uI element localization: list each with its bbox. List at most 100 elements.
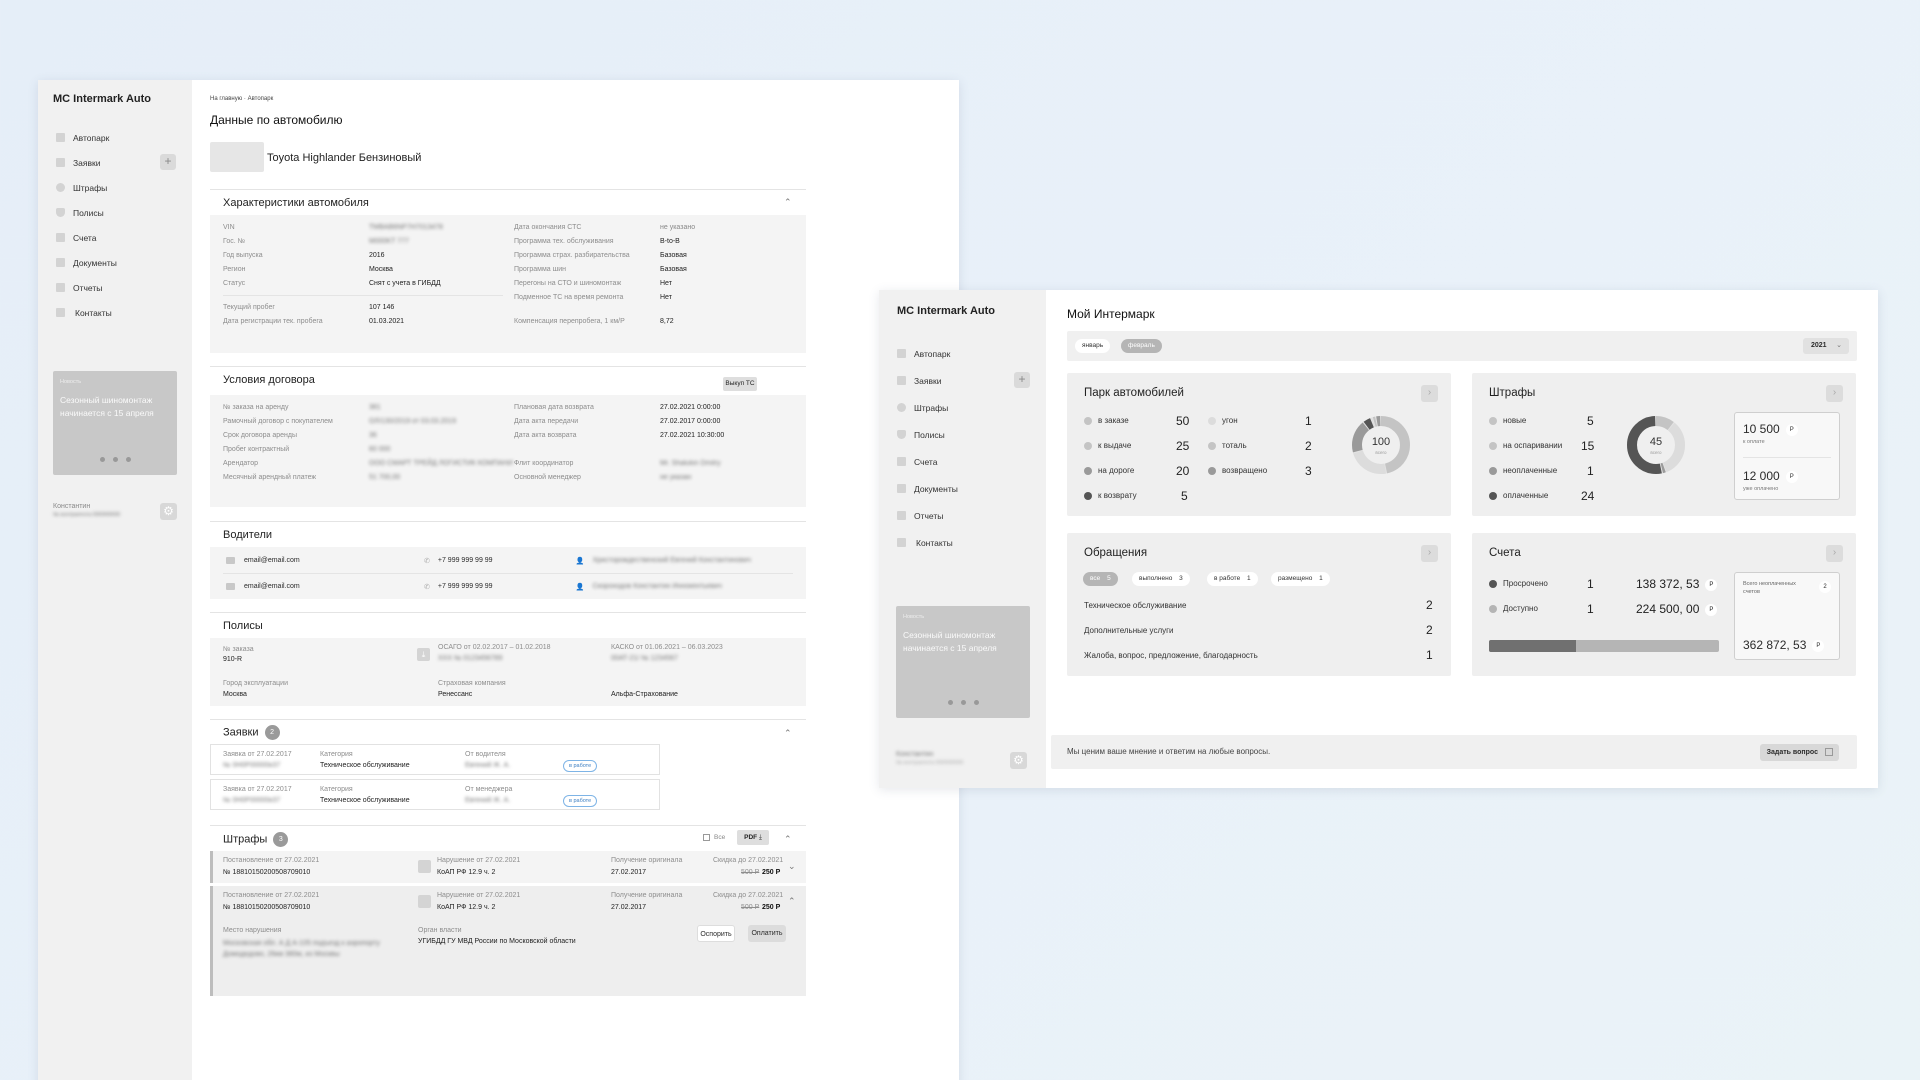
filter-chip-in-progress[interactable]: в работе 1 xyxy=(1207,572,1258,586)
appeal-row[interactable]: Жалоба, вопрос, предложение, благодарнос… xyxy=(1084,651,1258,660)
sidebar-item-reports[interactable]: Отчеты xyxy=(38,275,192,300)
legend-dot xyxy=(1208,441,1216,450)
legend-dot xyxy=(1489,466,1497,475)
pay-button[interactable]: Оплатить xyxy=(748,925,786,942)
pdf-download-button[interactable]: PDF ⤓ xyxy=(737,830,769,845)
fine-row-expanded[interactable]: Постановление от 27.02.2021 № 1881015020… xyxy=(210,886,806,996)
fine-row[interactable]: Постановление от 27.02.2021 № 1881015020… xyxy=(210,851,806,883)
user-info: Константин № контрагента 000000000 xyxy=(53,503,120,518)
sidebar-item-fines[interactable]: Штрафы xyxy=(879,394,1046,421)
sidebar-item-fleet[interactable]: Автопарк xyxy=(38,125,192,150)
legend-dot xyxy=(1208,416,1216,425)
sidebar-item-bills[interactable]: Счета xyxy=(38,225,192,250)
user-name: Константин xyxy=(896,751,934,758)
collapse-chevron-icon[interactable]: ⌃ xyxy=(784,197,792,208)
appeal-row[interactable]: Дополнительные услуги xyxy=(1084,626,1174,635)
page-title: Данные по автомобилю xyxy=(210,113,343,127)
appeals-panel: Обращения › все 5 выполнено 3 в работе 1… xyxy=(1067,533,1451,676)
sidebar-item-documents[interactable]: Документы xyxy=(38,250,192,275)
phone-icon: ✆ xyxy=(424,583,430,591)
carousel-dots[interactable] xyxy=(53,449,177,467)
unpaid-label: Всего неоплаченных счетов xyxy=(1743,581,1796,595)
contacts-icon xyxy=(897,538,906,547)
fines-open-button[interactable]: › xyxy=(1826,385,1843,402)
status-badge: в работе xyxy=(563,760,598,772)
appeal-row[interactable]: Техническое обслуживание xyxy=(1084,601,1186,610)
select-all-checkbox[interactable]: Все xyxy=(703,834,725,841)
promo-tag: Новость xyxy=(903,614,925,620)
filter-chip-done[interactable]: выполнено 3 xyxy=(1132,572,1190,586)
sidebar-item-fines[interactable]: Штрафы xyxy=(38,175,192,200)
sidebar-item-requests[interactable]: Заявки + xyxy=(38,150,192,175)
promo-text: Сезонный шиномонтаж начинается с 15 апре… xyxy=(903,630,997,653)
sidebar: MC Intermark Auto Автопарк Заявки + Штраф… xyxy=(38,80,192,1080)
sidebar-item-contacts[interactable]: Контакты xyxy=(879,529,1046,556)
appeals-open-button[interactable]: › xyxy=(1421,545,1438,562)
settings-gear-icon[interactable]: ⚙ xyxy=(160,503,177,520)
checkbox-icon[interactable] xyxy=(703,834,710,841)
bill-icon xyxy=(56,233,65,242)
status-badge: в работе xyxy=(563,795,598,807)
policies-title: Полисы xyxy=(223,620,263,632)
appeals-title: Обращения xyxy=(1084,547,1148,559)
sidebar-item-policies[interactable]: Полисы xyxy=(879,421,1046,448)
app-logo: MC Intermark Auto xyxy=(897,305,995,317)
request-card[interactable]: Заявка от 27.02.2017 № 0Н0Р00000к37 Кате… xyxy=(210,744,660,775)
fleet-open-button[interactable]: › xyxy=(1421,385,1438,402)
chat-icon xyxy=(1825,748,1833,757)
contacts-icon xyxy=(56,308,65,317)
fleet-donut-chart: 100 всего xyxy=(1352,416,1410,474)
legend-dot xyxy=(1084,466,1092,475)
filter-chip-placed[interactable]: размещено 1 xyxy=(1271,572,1330,586)
add-request-button[interactable]: + xyxy=(160,154,176,170)
breadcrumb-home[interactable]: На главную xyxy=(210,96,242,102)
user-contract: № контрагента 000000000 xyxy=(896,760,964,766)
car-icon xyxy=(897,349,906,358)
fines-title: Штрафы 3 xyxy=(223,832,289,847)
legend-dot xyxy=(1489,491,1497,500)
ask-question-button[interactable]: Задать вопрос xyxy=(1759,744,1839,761)
breadcrumb-current: Автопарк xyxy=(247,96,274,102)
to-pay-amount: 10 500 Р xyxy=(1743,422,1798,436)
legend-dot xyxy=(1084,491,1092,500)
download-icon[interactable]: ⤓ xyxy=(417,648,430,661)
carousel-dots[interactable] xyxy=(896,692,1030,710)
car-icon xyxy=(56,133,65,142)
settings-gear-icon[interactable]: ⚙ xyxy=(1010,752,1027,769)
sidebar-item-requests[interactable]: Заявки + xyxy=(879,367,1046,394)
news-promo[interactable]: Новость Сезонный шиномонтаж начинается с… xyxy=(896,606,1030,718)
list-icon xyxy=(56,158,65,167)
sidebar-item-policies[interactable]: Полисы xyxy=(38,200,192,225)
request-card[interactable]: Заявка от 27.02.2017 № 0Н0Р00000к37 Кате… xyxy=(210,779,660,810)
add-request-button[interactable]: + xyxy=(1014,372,1030,388)
collapse-chevron-icon[interactable]: ⌃ xyxy=(784,834,792,845)
bills-panel: Счета › Просрочено 1 138 372, 53 Р Доступ… xyxy=(1472,533,1856,676)
bills-open-button[interactable]: › xyxy=(1826,545,1843,562)
sidebar-item-contacts[interactable]: Контакты xyxy=(38,300,192,325)
contract-panel: № заказа на аренду 381 Рамочный договор с… xyxy=(210,395,806,507)
sidebar-item-bills[interactable]: Счета xyxy=(879,448,1046,475)
year-select[interactable]: 2021 ⌄ xyxy=(1803,338,1849,354)
dispute-button[interactable]: Оспорить xyxy=(697,925,735,942)
collapse-chevron-icon[interactable]: ⌃ xyxy=(784,728,792,739)
filter-chip-all[interactable]: все 5 xyxy=(1083,572,1118,586)
camera-icon xyxy=(418,860,431,873)
collapse-chevron-icon[interactable]: ⌃ xyxy=(788,896,796,907)
sidebar-item-documents[interactable]: Документы xyxy=(879,475,1046,502)
contract-title: Условия договора xyxy=(223,374,315,386)
month-chip-january[interactable]: январь xyxy=(1075,339,1111,353)
legend-dot xyxy=(1489,416,1497,425)
document-icon xyxy=(897,484,906,493)
expand-chevron-icon[interactable]: ⌄ xyxy=(788,861,796,872)
drivers-title: Водители xyxy=(223,529,273,541)
sidebar-item-reports[interactable]: Отчеты xyxy=(879,502,1046,529)
unpaid-sum: 362 872, 53 Р xyxy=(1743,638,1825,652)
buyout-button[interactable]: Выкуп ТС xyxy=(723,377,757,391)
sidebar-item-fleet[interactable]: Автопарк xyxy=(879,340,1046,367)
month-chip-february[interactable]: февраль xyxy=(1121,339,1162,353)
bills-progress-bar xyxy=(1489,640,1719,652)
requests-count-badge: 2 xyxy=(264,725,280,740)
drivers-panel: email@email.com ✆ +7 999 999 99 99 👤 Христ… xyxy=(210,547,806,599)
news-promo[interactable]: Новость Сезонный шиномонтаж начинается с… xyxy=(53,371,177,475)
legend-dot xyxy=(1084,441,1092,450)
